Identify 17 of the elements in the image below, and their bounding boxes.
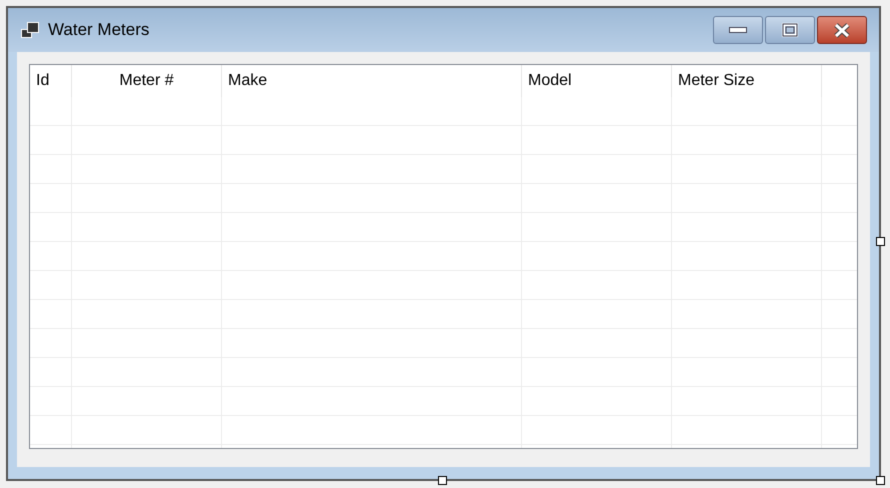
minimize-button[interactable] — [713, 16, 763, 44]
column-header[interactable]: Make — [228, 69, 268, 93]
minimize-icon — [729, 27, 747, 33]
resize-handle[interactable] — [876, 237, 885, 246]
list-view[interactable]: Id Meter # Make Model Meter Size — [29, 64, 858, 449]
maximize-icon — [782, 23, 798, 37]
column-header[interactable]: Meter # — [119, 69, 174, 93]
close-button[interactable] — [817, 16, 867, 44]
resize-handle[interactable] — [876, 476, 885, 485]
window-icon — [20, 21, 40, 39]
close-icon — [833, 22, 851, 38]
column-header[interactable]: Model — [528, 69, 572, 93]
column-header[interactable]: Meter Size — [678, 69, 754, 93]
resize-handle[interactable] — [438, 476, 447, 485]
window-title: Water Meters — [48, 19, 150, 42]
column-header[interactable]: Id — [36, 69, 50, 93]
maximize-button[interactable] — [765, 16, 815, 44]
